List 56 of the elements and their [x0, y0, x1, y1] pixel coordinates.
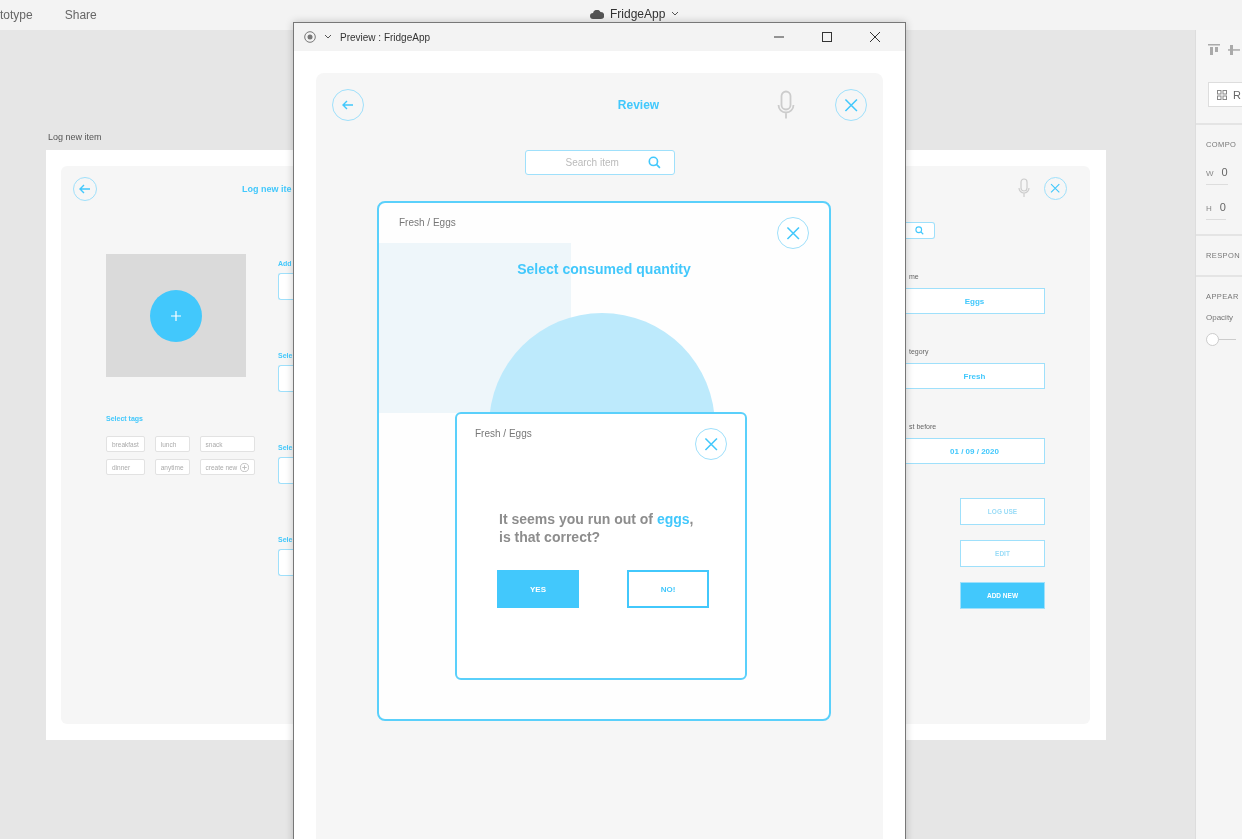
close-icon [785, 225, 801, 241]
search-icon [647, 156, 661, 169]
artboard-label: Log new item [48, 132, 102, 142]
field-value: 01 / 09 / 2020 [950, 446, 999, 456]
add-photo-button[interactable] [150, 289, 202, 342]
repeat-grid-button[interactable]: R [1208, 82, 1242, 107]
input-field[interactable] [278, 365, 293, 392]
height-value[interactable]: 0 [1219, 201, 1226, 213]
plus-icon [171, 310, 181, 321]
close-icon [1050, 182, 1061, 194]
width-value[interactable]: 0 [1221, 166, 1228, 178]
search-icon [915, 226, 924, 235]
microphone-icon [1018, 178, 1030, 198]
chevron-down-icon[interactable] [324, 34, 332, 40]
minimize-icon [774, 36, 784, 38]
input-field[interactable]: Eggs [905, 288, 1045, 314]
confirm-button[interactable]: YES [497, 570, 579, 608]
close-button[interactable] [777, 217, 809, 249]
window-title: Preview : FridgeApp [340, 31, 432, 43]
screen-title: Log new ite [242, 184, 292, 194]
grid-icon [1217, 89, 1227, 100]
input-field[interactable] [278, 549, 293, 576]
search-field[interactable]: Search item [524, 150, 675, 175]
screen-title: Review [616, 98, 661, 112]
input-field[interactable]: Fresh [905, 363, 1045, 389]
plus-circle-icon [240, 462, 250, 472]
input-field[interactable] [278, 457, 293, 484]
breadcrumb: Fresh / Eggs [399, 217, 456, 228]
document-name[interactable]: FridgeApp [610, 7, 666, 21]
cloud-icon [590, 9, 604, 19]
field-value: Eggs [964, 296, 985, 306]
menu-item[interactable]: Share [64, 8, 97, 22]
height-label: H [1206, 204, 1212, 213]
width-label: W [1206, 169, 1214, 178]
chevron-down-icon [671, 11, 680, 17]
breadcrumb: Fresh / Eggs [475, 428, 532, 439]
search-field[interactable] [905, 222, 935, 239]
input-field[interactable] [278, 273, 293, 300]
back-arrow-icon [79, 183, 91, 195]
close-icon [703, 436, 719, 452]
align-top-icon[interactable] [1208, 44, 1220, 56]
cancel-button[interactable]: NO! [627, 570, 709, 608]
close-icon [870, 32, 880, 42]
field-value: Fresh [963, 371, 986, 381]
menu-item[interactable]: totype [0, 8, 33, 22]
align-middle-icon[interactable] [1228, 44, 1240, 56]
record-icon[interactable] [304, 31, 316, 43]
opacity-slider[interactable] [1206, 333, 1236, 346]
maximize-icon [822, 32, 832, 42]
dialog-title: Select consumed quantity [517, 261, 691, 277]
microphone-icon [777, 90, 795, 120]
opacity-label: Opacity [1206, 312, 1234, 323]
dialog-message: It seems you run out of eggs, is that correct? [499, 510, 695, 546]
input-field[interactable]: 01 / 09 / 2020 [905, 438, 1045, 464]
close-icon [843, 97, 859, 113]
back-arrow-icon [342, 99, 354, 111]
